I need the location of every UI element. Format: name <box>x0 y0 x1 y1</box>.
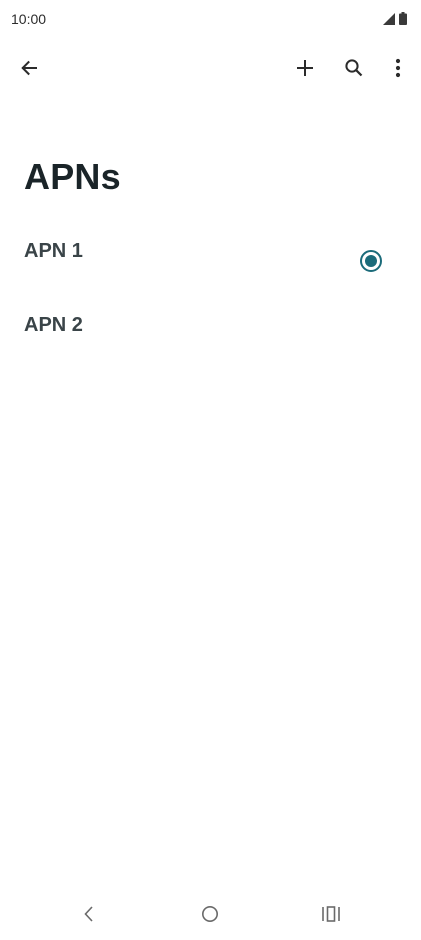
recents-icon <box>321 905 341 928</box>
home-circle-icon <box>200 904 220 929</box>
nav-home-button[interactable] <box>190 900 230 932</box>
apn-list: APN 1 APN 2 <box>0 218 421 366</box>
signal-icon <box>383 12 395 25</box>
apn-item-label: APN 2 <box>24 314 83 336</box>
status-time: 10:00 <box>11 11 47 27</box>
nav-recents-button[interactable] <box>311 900 351 932</box>
apn-settings-screen: 10:00 APNs APN 1 APN 2 <box>0 0 421 940</box>
page-title: APNs <box>24 156 121 197</box>
apn-item-label: APN 1 <box>24 240 83 262</box>
search-button[interactable] <box>338 54 370 86</box>
navigation-bar <box>0 892 421 940</box>
more-options-button[interactable] <box>382 54 414 86</box>
battery-icon <box>399 12 407 25</box>
search-icon <box>344 58 364 83</box>
arrow-left-icon <box>19 58 39 83</box>
toolbar <box>0 48 421 92</box>
chevron-left-icon <box>82 905 96 928</box>
more-vert-icon <box>395 58 401 83</box>
status-icons <box>383 12 407 25</box>
back-button[interactable] <box>13 54 45 86</box>
plus-icon <box>295 58 315 83</box>
status-bar: 10:00 <box>0 0 421 40</box>
apn-radio-selected[interactable] <box>360 250 382 272</box>
apn-item-1[interactable]: APN 1 <box>0 218 421 292</box>
nav-back-button[interactable] <box>69 900 109 932</box>
apn-item-2[interactable]: APN 2 <box>0 292 421 366</box>
add-apn-button[interactable] <box>289 54 321 86</box>
radio-dot <box>365 255 377 267</box>
